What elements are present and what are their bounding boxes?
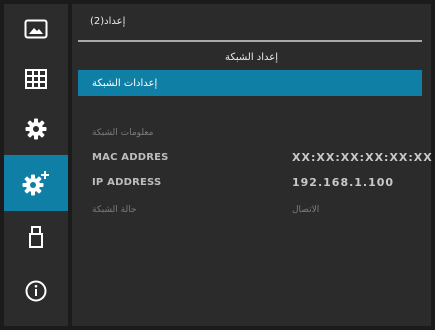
settings-panel: إعداد(2) إعداد الشبكة إعدادات الشبكة معل… (72, 4, 433, 326)
section-title: إعداد الشبكة (224, 52, 279, 63)
sidebar-item-usb[interactable] (4, 212, 68, 262)
ip-address-value: 192.168.1.100 (292, 176, 395, 189)
sidebar-item-info[interactable] (4, 266, 68, 316)
gear-plus-icon (22, 171, 49, 196)
sidebar-item-picture[interactable] (4, 4, 68, 54)
settings-screen: إعداد(2) إعداد الشبكة إعدادات الشبكة معل… (0, 0, 435, 330)
network-settings-item[interactable]: إعدادات الشبكة (78, 70, 422, 96)
mac-address-value: XX:XX:XX:XX:XX:XX (292, 151, 433, 164)
page-title: إعداد(2) (90, 16, 126, 27)
gear-icon (25, 118, 47, 140)
ip-address-label: IP ADDRESS (92, 177, 162, 188)
info-icon (25, 280, 47, 302)
picture-icon (24, 19, 48, 39)
title-divider (78, 40, 422, 42)
sidebar-item-setup[interactable] (4, 155, 68, 211)
mac-address-label: MAC ADDRES (92, 152, 169, 163)
sidebar (4, 4, 68, 326)
network-settings-label: إعدادات الشبكة (92, 77, 158, 89)
network-status-label: حالة الشبكة (92, 205, 137, 215)
sidebar-item-grid[interactable] (4, 54, 68, 104)
network-status-value: الاتصال (292, 205, 320, 215)
network-info-label: معلومات الشبكة (92, 128, 154, 138)
grid-icon (25, 69, 47, 89)
sidebar-item-settings[interactable] (4, 104, 68, 154)
usb-icon (29, 226, 43, 248)
